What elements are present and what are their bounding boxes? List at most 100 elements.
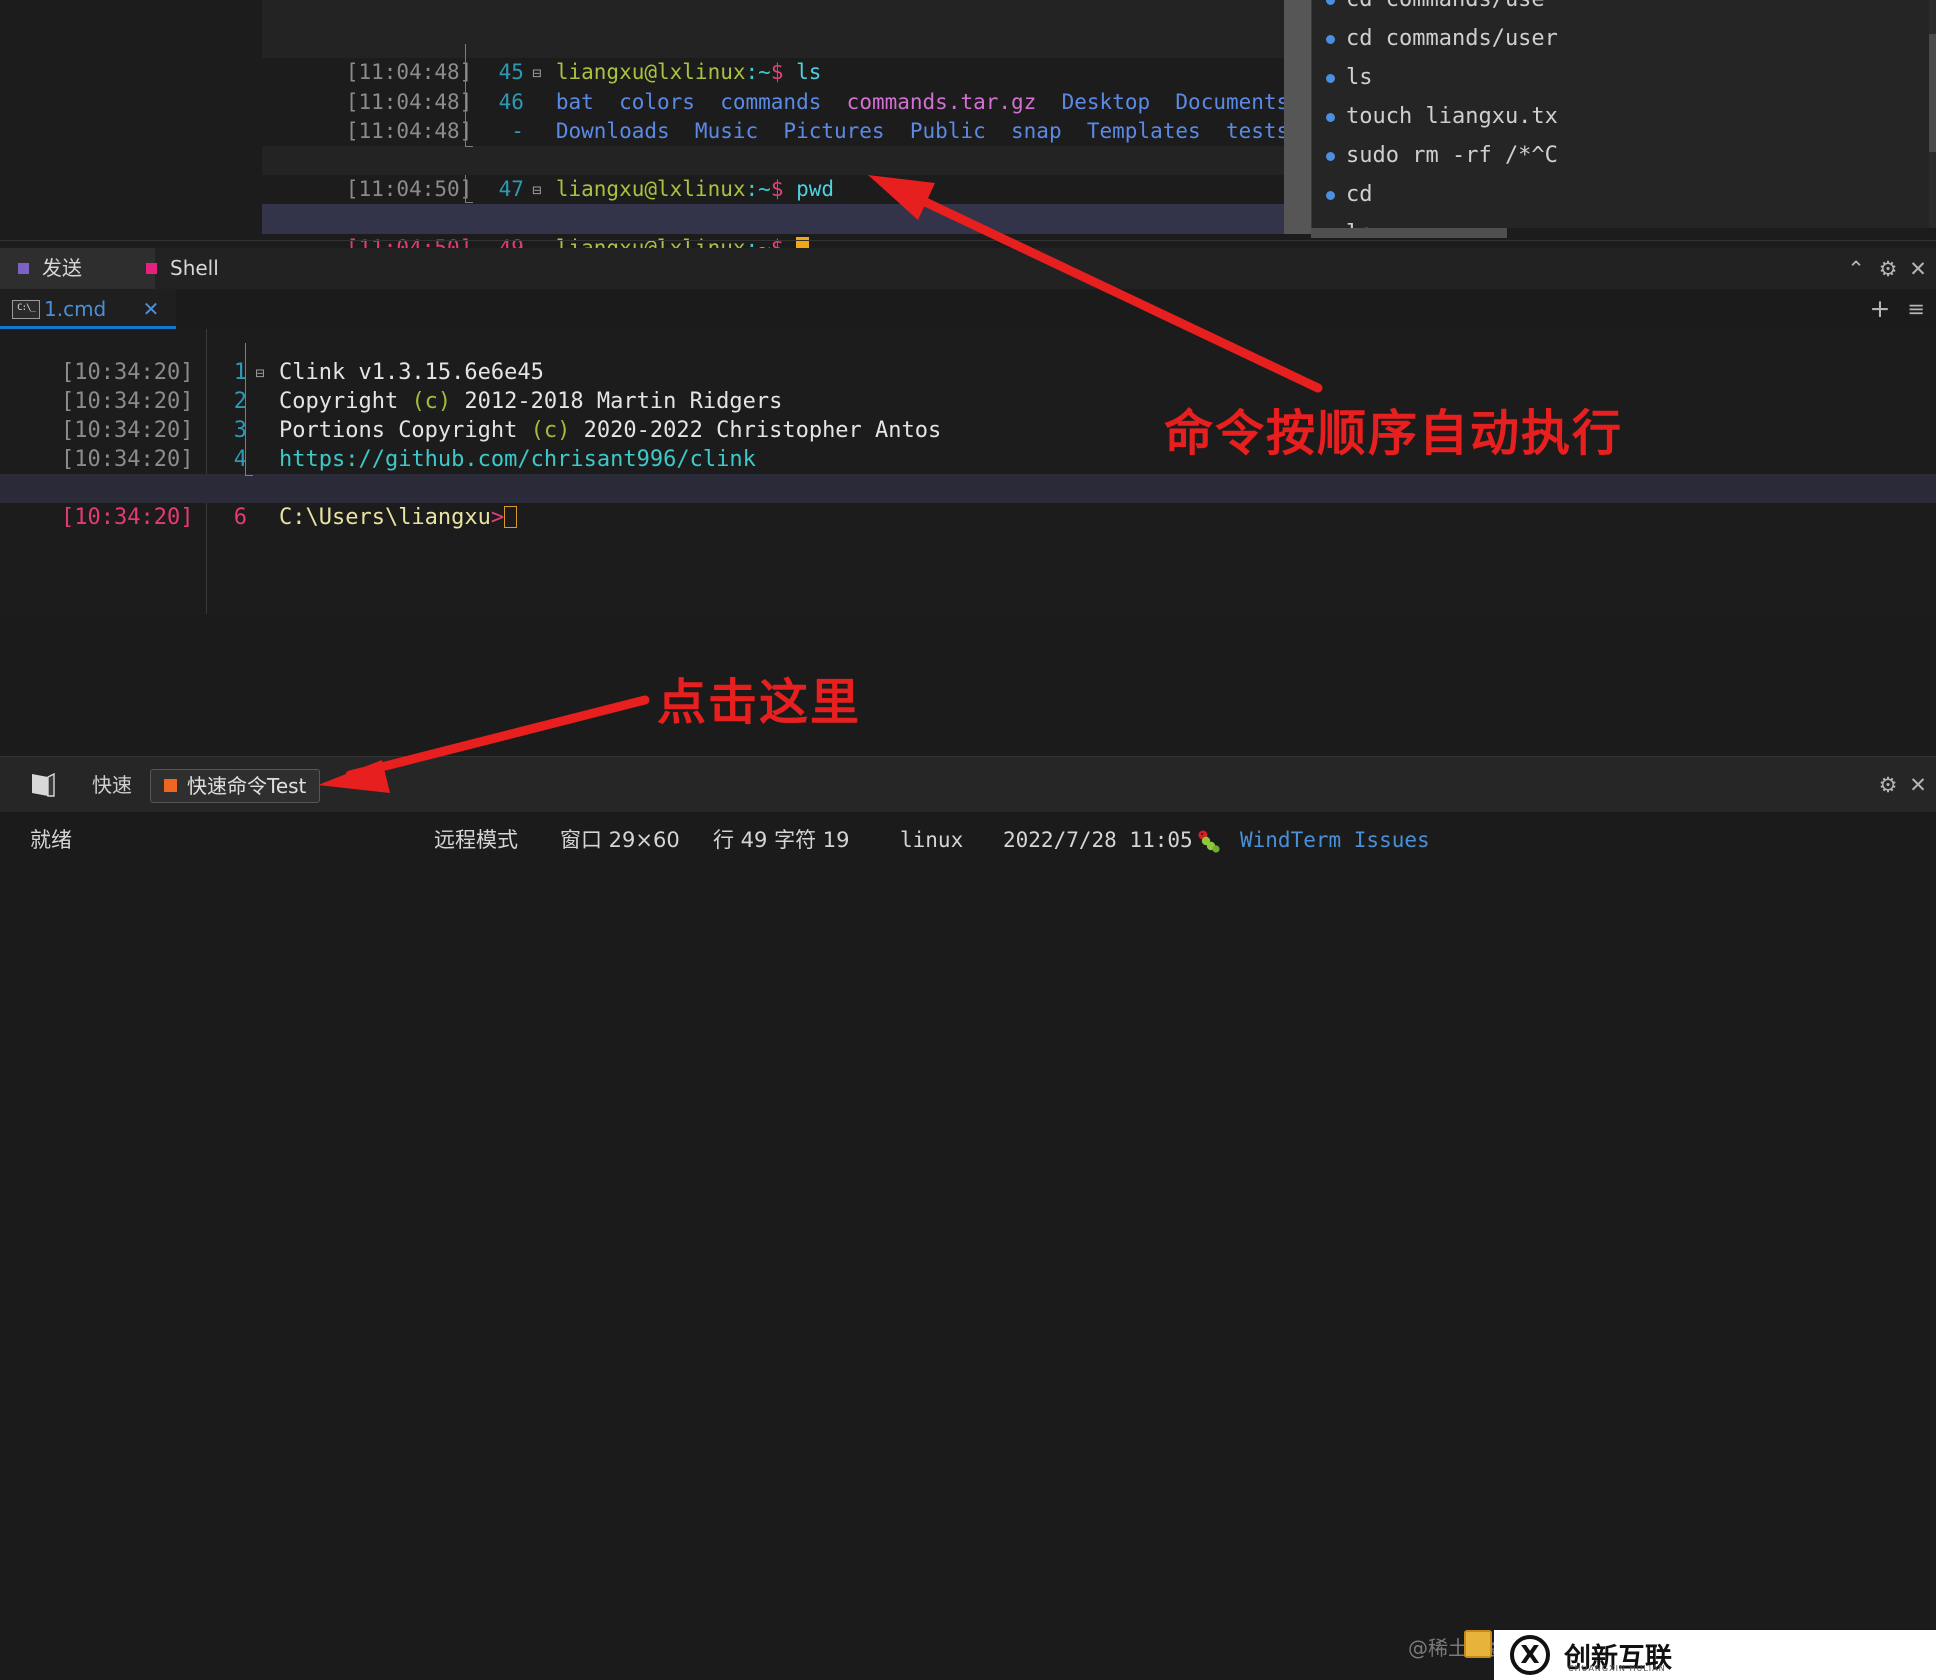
pane-tab-bar[interactable]: 发送 Shell ⌃ ⚙ ✕ (0, 248, 1936, 290)
gear-icon[interactable]: ⚙ (1876, 257, 1900, 281)
remote-terminal-left-gutter (0, 0, 262, 248)
status-bar: 就绪 远程模式 窗口 29×60 行 49 字符 19 linux 2022/7… (0, 812, 1936, 1680)
brand-logo-icon: X (1510, 1635, 1550, 1675)
chip-label: 快速命令Test (187, 774, 307, 798)
command-queue-panel[interactable]: cd commands/use cd commands/user ls touc… (1311, 0, 1936, 228)
status-os: linux (900, 828, 964, 852)
list-item[interactable]: cd commands/use (1312, 0, 1936, 19)
tab-label: Shell (170, 256, 219, 280)
remote-terminal-lines[interactable]: [11:04:48]44liangxu@lxlinux:~/commands/u… (262, 0, 1327, 248)
console-text: C:\Users\liangxu> (273, 503, 518, 532)
tab-color-square-icon (146, 263, 157, 274)
cmd-console-icon: C:\_ (12, 300, 40, 319)
tab-shell[interactable]: Shell (128, 248, 239, 289)
annotation-text-auto-execute: 命令按顺序自动执行 (1164, 405, 1624, 462)
console-row[interactable]: [10:34:20] 1 ⊟ Clink v1.3.15.6e6e45 (0, 329, 1936, 385)
terminal-row[interactable]: [11:04:48]44liangxu@lxlinux:~/commands/u… (262, 0, 1284, 55)
panel-toggle-icon[interactable] (30, 772, 56, 798)
command-text: cd commands/user (1346, 26, 1558, 51)
bullet-icon (1326, 191, 1335, 200)
quick-command-test-button[interactable]: 快速命令Test (150, 769, 321, 803)
collapse-chevron-up-icon[interactable]: ⌃ (1844, 257, 1868, 281)
prompt-path: :~ (745, 235, 771, 248)
terminal-cursor (796, 236, 810, 248)
fold-guide-line (465, 175, 466, 202)
command-text: cd commands/use (1346, 0, 1545, 12)
close-icon[interactable]: ✕ (1906, 257, 1930, 281)
lock-badge-icon (1464, 1630, 1492, 1658)
command-text: ls (1346, 221, 1373, 228)
tab-1-cmd[interactable]: C:\_ 1.cmd ✕ (0, 289, 176, 329)
terminal-row[interactable]: [11:04:50]48/home/liangxu (262, 175, 1284, 230)
horizontal-scrollbar[interactable] (1311, 228, 1507, 238)
console-row[interactable]: [10:34:20] 2 Copyright (c) 2012-2018 Marti… (0, 358, 1936, 414)
command-list-scrollbar-track[interactable] (1929, 0, 1936, 228)
command-text: touch liangxu.tx (1346, 104, 1558, 129)
console-row[interactable]: [10:34:20] 3 Portions Copyright (c) 2020-2… (0, 387, 1936, 443)
quick-command-label: 快速 (92, 773, 132, 797)
tab-label: 1.cmd (44, 297, 107, 321)
fold-guide-tick (465, 146, 473, 147)
local-console-pane[interactable]: [10:34:20] 1 ⊟ Clink v1.3.15.6e6e45 [10:34:… (0, 329, 1936, 614)
worm-mascot-icon (1198, 830, 1220, 853)
remote-terminal-pane[interactable]: [11:04:48]44liangxu@lxlinux:~/commands/u… (0, 0, 1936, 248)
bullet-icon (1326, 113, 1335, 122)
terminal-row[interactable]: [11:04:48] 45 ⊟ liangxu@lxlinux:~$ ls (262, 29, 1284, 84)
command-text: ls (1346, 65, 1373, 90)
close-icon[interactable]: ✕ (1906, 773, 1930, 797)
terminal-row[interactable]: [11:04:48]-Videos (262, 117, 1284, 172)
terminal-scroll-gutter[interactable] (1284, 0, 1311, 234)
brand-logo-subtext: CHUANGXIN HULIAN (1568, 1664, 1666, 1673)
status-ready: 就绪 (30, 828, 72, 852)
fold-guide-tick (465, 202, 473, 203)
status-window-size: 窗口 29×60 (560, 828, 680, 852)
list-item[interactable]: sudo rm -rf /*^C (1312, 136, 1936, 175)
list-item[interactable]: ls (1312, 214, 1936, 228)
prompt-dollar: $ (770, 235, 784, 248)
bullet-icon (1326, 152, 1335, 161)
console-line-number: 6 (233, 505, 247, 530)
bullet-icon (1326, 0, 1335, 5)
list-item[interactable]: cd commands/user (1312, 19, 1936, 58)
quick-command-bar[interactable]: 快速 快速命令Test ⚙ ✕ (0, 756, 1936, 813)
tab-color-square-icon (18, 263, 29, 274)
prompt-user: liangxu@lxlinux (555, 235, 746, 248)
close-icon[interactable]: ✕ (140, 298, 162, 320)
brand-watermark: X 创新互联 CHUANGXIN HULIAN (1494, 1630, 1936, 1680)
fold-guide-line (245, 343, 246, 475)
command-text: cd (1346, 182, 1373, 207)
gear-icon[interactable]: ⚙ (1876, 773, 1900, 797)
chip-color-square-icon (164, 779, 177, 792)
console-tab-strip[interactable]: C:\_ 1.cmd ✕ + ≡ (0, 289, 1936, 329)
list-item[interactable]: touch liangxu.tx (1312, 97, 1936, 136)
bullet-icon (1326, 35, 1335, 44)
console-row-active[interactable]: [10:34:20] 6 C:\Users\liangxu> (0, 474, 1936, 530)
console-prompt-path: C:\Users\liangxu (278, 505, 491, 530)
status-cursor-position: 行 49 字符 19 (713, 828, 850, 852)
tab-menu-icon[interactable]: ≡ (1904, 297, 1928, 321)
console-row[interactable]: [10:34:20]5 (0, 445, 1936, 501)
windterm-issues-link[interactable]: WindTerm Issues (1240, 812, 1430, 868)
author-watermark: @稀土掘金 (1408, 1636, 1508, 1660)
terminal-row[interactable]: [11:04:48] 46 bat colors commands commands… (262, 58, 1327, 114)
terminal-row-active[interactable]: [11:04:50] 49 liangxu@lxlinux:~$ (262, 204, 1284, 248)
console-prompt-gt: > (490, 505, 505, 530)
command-list-scrollbar-thumb[interactable] (1929, 34, 1936, 152)
command-text: sudo rm -rf /*^C (1346, 143, 1558, 168)
console-timestamp: [10:34:20] (60, 505, 194, 530)
status-remote-mode[interactable]: 远程模式 (434, 812, 518, 868)
list-item[interactable]: ls (1312, 58, 1936, 97)
console-cursor (504, 506, 518, 528)
status-datetime: 2022/7/28 11:05 (1003, 828, 1193, 852)
terminal-row[interactable]: [11:04:48] - Downloads Music Pictures Publ… (262, 88, 1327, 143)
pane-divider (0, 240, 1936, 241)
new-tab-plus-icon[interactable]: + (1868, 296, 1892, 321)
console-row[interactable]: [10:34:20] 4 https://github.com/chrisant99… (0, 416, 1936, 472)
annotation-text-click-here: 点击这里 (657, 674, 862, 731)
terminal-row[interactable]: [11:04:50] 47 ⊟ liangxu@lxlinux:~$ pwd (262, 145, 1284, 201)
fold-guide-line (465, 44, 466, 146)
list-item[interactable]: cd (1312, 175, 1936, 214)
bullet-icon (1326, 74, 1335, 83)
tab-label: 发送 (42, 256, 82, 280)
fold-guide-tick (245, 475, 253, 476)
